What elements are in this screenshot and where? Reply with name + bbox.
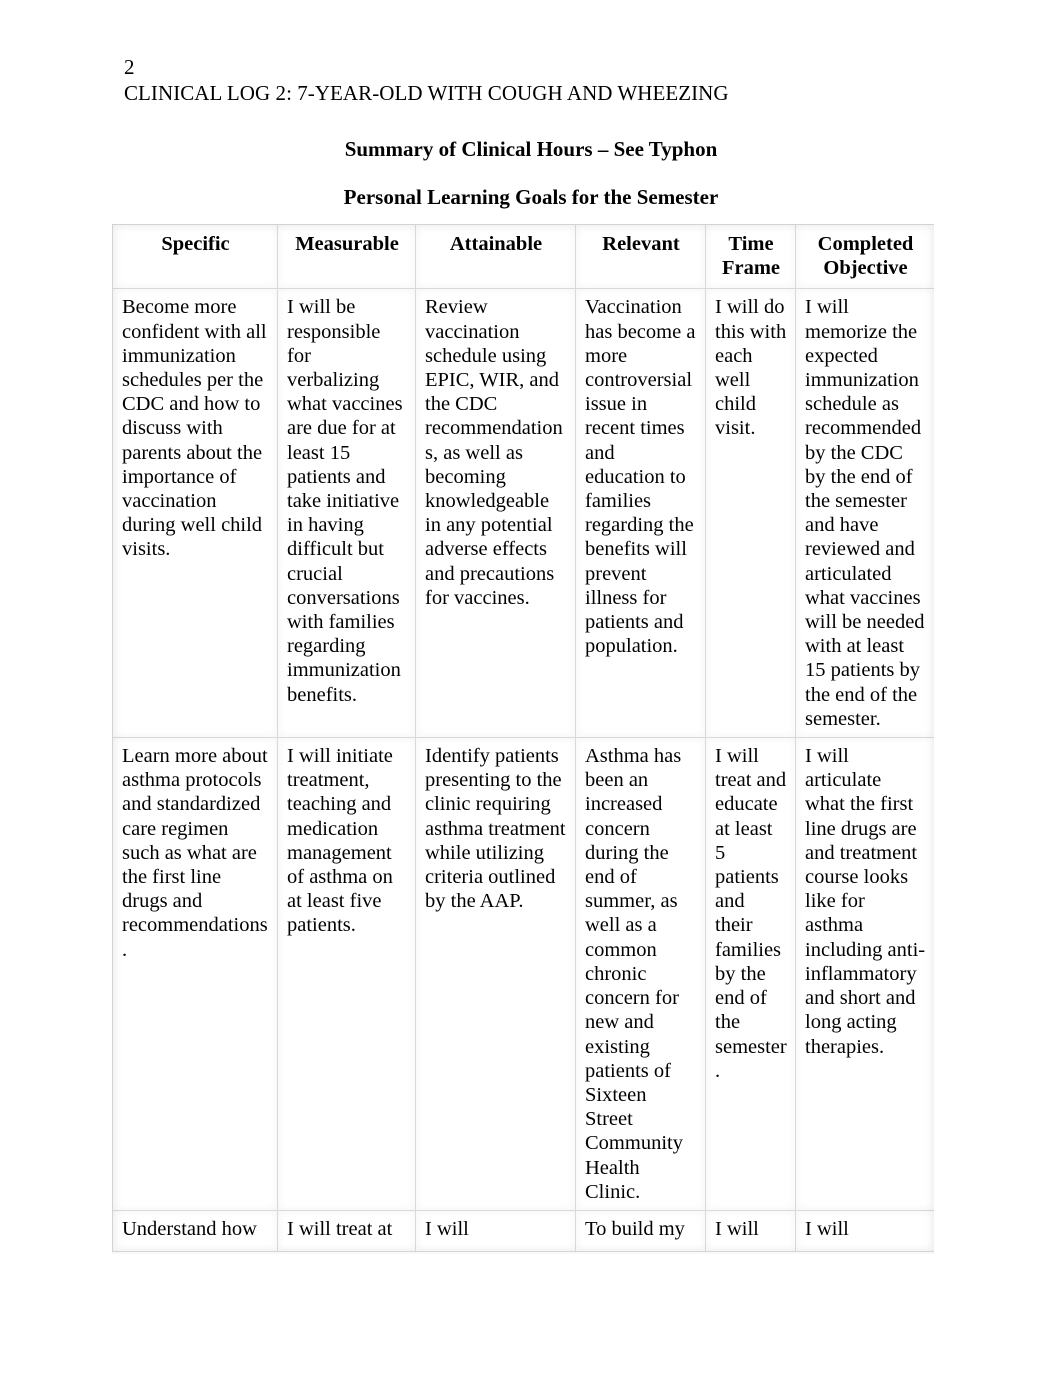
document-page: 2 CLINICAL LOG 2: 7-YEAR-OLD WITH COUGH … (0, 0, 1062, 1376)
learning-goals-table-container: Specific Measurable Attainable Relevant … (112, 224, 934, 1254)
cell-attainable: I will (415, 1209, 576, 1252)
cell-attainable: Review vaccination schedule using EPIC, … (415, 288, 576, 739)
table-header-row: Specific Measurable Attainable Relevant … (112, 224, 934, 290)
cell-time-frame: I will treat and educate at least 5 pati… (705, 737, 796, 1211)
cell-measurable: I will initiate treatment, teaching and … (277, 737, 416, 1211)
cell-attainable: Identify patients presenting to the clin… (415, 737, 576, 1211)
heading-summary-of-clinical-hours: Summary of Clinical Hours – See Typhon (344, 137, 718, 161)
cell-relevant: Asthma has been an increased concern dur… (575, 737, 706, 1211)
table-row: Learn more about asthma protocols and st… (112, 737, 934, 1211)
page-number: 2 (124, 55, 135, 79)
cell-time-frame: I will (705, 1209, 796, 1252)
column-header-attainable: Attainable (415, 224, 576, 290)
cell-relevant: Vaccination has become a more controvers… (575, 288, 706, 739)
column-header-measurable: Measurable (277, 224, 416, 290)
learning-goals-table: Specific Measurable Attainable Relevant … (112, 224, 934, 1252)
cell-relevant: To build my (575, 1209, 706, 1252)
heading-personal-learning-goals: Personal Learning Goals for the Semester (343, 185, 719, 209)
cell-specific: Learn more about asthma protocols and st… (112, 737, 278, 1211)
column-header-time-frame: Time Frame (705, 224, 796, 290)
table-row: Become more confident with all immunizat… (112, 288, 934, 739)
cell-completed-objective: I will memorize the expected immunizatio… (795, 288, 934, 739)
column-header-relevant: Relevant (575, 224, 706, 290)
cell-specific: Become more confident with all immunizat… (112, 288, 278, 739)
page-header: 2 CLINICAL LOG 2: 7-YEAR-OLD WITH COUGH … (124, 54, 944, 106)
column-header-specific: Specific (112, 224, 278, 290)
running-head: CLINICAL LOG 2: 7-YEAR-OLD WITH COUGH AN… (124, 81, 729, 105)
cell-completed-objective: I will (795, 1209, 934, 1252)
cell-specific: Understand how (112, 1209, 278, 1252)
column-header-completed-objective: Completed Objective (795, 224, 934, 290)
table-row: Understand how I will treat at I will To… (112, 1209, 934, 1252)
cell-completed-objective: I will articulate what the first line dr… (795, 737, 934, 1211)
cell-measurable: I will be responsible for verbalizing wh… (277, 288, 416, 739)
cell-measurable: I will treat at (277, 1209, 416, 1252)
cell-time-frame: I will do this with each well child visi… (705, 288, 796, 739)
